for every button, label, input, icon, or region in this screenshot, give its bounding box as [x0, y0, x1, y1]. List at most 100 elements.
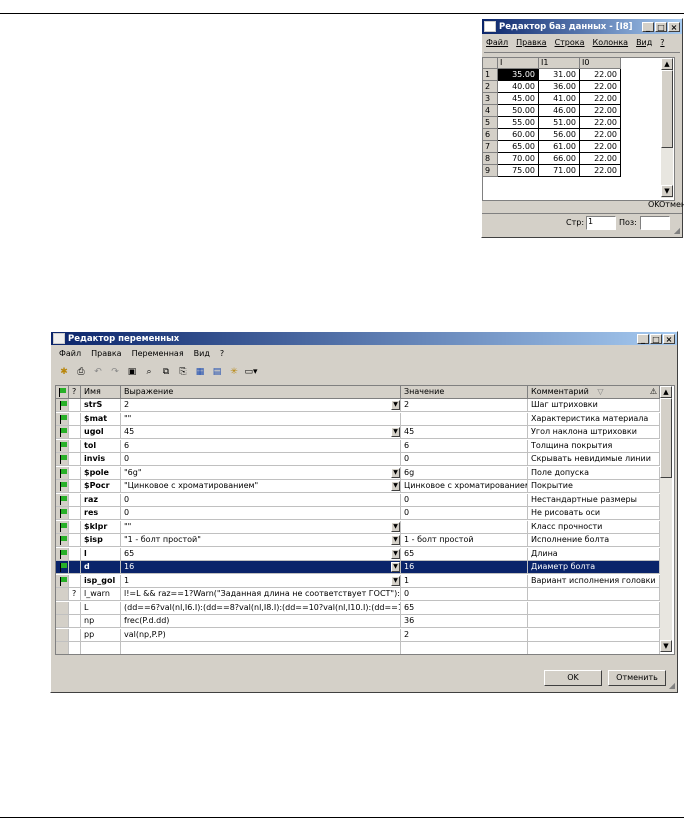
dropdown-arrow-icon[interactable]: ▼ — [391, 467, 400, 478]
row-flag-cell[interactable] — [56, 507, 69, 520]
comment-cell[interactable] — [528, 642, 660, 654]
value-cell[interactable]: 6g — [401, 466, 528, 480]
value-cell[interactable] — [401, 520, 528, 534]
table-row[interactable]: ? l_warn l!=L && raz==1?Warn("Заданная дли… — [56, 588, 660, 601]
row-flag-cell[interactable] — [56, 412, 69, 426]
value-cell[interactable]: 1 - болт простой — [401, 534, 528, 547]
db-column-header[interactable]: I1 — [539, 58, 580, 69]
var-title-bar[interactable]: Редактор переменных _ □ × — [51, 332, 677, 345]
table-row[interactable]: d 16 ▼ 16 Диаметр болта — [56, 561, 660, 574]
expr-cell[interactable]: 1 — [121, 574, 401, 588]
minimize-button[interactable]: _ — [642, 21, 654, 32]
value-cell[interactable] — [401, 412, 528, 426]
expr-cell[interactable]: 0 — [121, 493, 401, 507]
db-row-number[interactable]: 3 — [483, 93, 498, 105]
db-cell[interactable]: 61.00 — [539, 141, 580, 153]
resize-grip-icon[interactable]: ◢ — [669, 681, 675, 690]
value-cell[interactable] — [401, 642, 528, 654]
row-flag-cell[interactable] — [56, 466, 69, 480]
q-column-header[interactable]: ? — [69, 386, 81, 399]
expr-cell[interactable]: "" — [121, 520, 401, 534]
row-flag-cell[interactable] — [56, 439, 69, 453]
row-flag-cell[interactable] — [56, 547, 69, 561]
db-menu-column[interactable]: Колонка — [593, 38, 629, 47]
new-variable-icon[interactable]: ✱ — [57, 365, 71, 379]
name-cell[interactable]: pp — [81, 628, 121, 642]
table-row[interactable]: $klpr "" ▼ Класс прочности — [56, 520, 660, 534]
value-cell[interactable]: 2 — [401, 399, 528, 412]
comment-cell[interactable] — [528, 628, 660, 642]
name-cell[interactable]: ugol — [81, 426, 121, 439]
scroll-thumb[interactable] — [661, 70, 673, 148]
db-cell[interactable]: 41.00 — [539, 93, 580, 105]
name-cell[interactable]: tol — [81, 439, 121, 453]
var-menu-file[interactable]: Файл — [59, 349, 81, 358]
expr-column-header[interactable]: Выражение — [121, 386, 401, 399]
expr-cell[interactable]: 6 — [121, 439, 401, 453]
name-cell[interactable]: raz — [81, 493, 121, 507]
row-flag-cell[interactable] — [56, 601, 69, 615]
comment-cell[interactable]: Шаг штриховки — [528, 399, 660, 412]
comment-cell[interactable]: Длина — [528, 547, 660, 561]
db-cell[interactable]: 35.00 — [498, 69, 539, 81]
db-cell[interactable]: 22.00 — [580, 165, 621, 177]
maximize-button[interactable]: □ — [650, 333, 662, 344]
db-menu-help[interactable]: ? — [660, 38, 664, 47]
db-page-field[interactable]: 1 — [586, 216, 616, 230]
row-flag-cell[interactable] — [56, 615, 69, 628]
value-cell[interactable]: 0 — [401, 507, 528, 520]
var-menu-variable[interactable]: Переменная — [132, 349, 184, 358]
db-cell[interactable]: 70.00 — [498, 153, 539, 165]
value-cell[interactable]: 16 — [401, 561, 528, 574]
table-edit-icon[interactable]: ▤ — [210, 365, 224, 379]
comment-cell[interactable]: Не рисовать оси — [528, 507, 660, 520]
name-cell[interactable]: l_warn — [81, 588, 121, 601]
table-row[interactable]: $mat "" Характеристика материала — [56, 412, 660, 426]
filter-icon[interactable]: ▽ — [597, 387, 603, 396]
value-cell[interactable]: 0 — [401, 453, 528, 466]
db-cell[interactable]: 22.00 — [580, 81, 621, 93]
expr-cell[interactable]: "6g" — [121, 466, 401, 480]
db-row-number[interactable]: 5 — [483, 117, 498, 129]
name-cell[interactable]: $Pocr — [81, 480, 121, 493]
row-flag-cell[interactable] — [56, 534, 69, 547]
row-flag-cell[interactable] — [56, 399, 69, 412]
name-cell[interactable]: np — [81, 615, 121, 628]
db-cell[interactable]: 55.00 — [498, 117, 539, 129]
db-cell[interactable]: 65.00 — [498, 141, 539, 153]
table-row[interactable]: L (dd==6?val(nl,I6.I):(dd==8?val(nl,I8.I)… — [56, 601, 660, 615]
comment-cell[interactable]: Поле допуска — [528, 466, 660, 480]
db-cell[interactable]: 22.00 — [580, 129, 621, 141]
comment-cell[interactable]: Скрывать невидимые линии — [528, 453, 660, 466]
expr-cell[interactable]: "Цинковое с хроматированием" — [121, 480, 401, 493]
expr-cell[interactable]: "1 - болт простой" — [121, 534, 401, 547]
comment-cell[interactable]: Нестандартные размеры — [528, 493, 660, 507]
name-cell[interactable]: L — [81, 601, 121, 615]
scroll-down-arrow-icon[interactable]: ▼ — [660, 640, 672, 652]
name-cell[interactable]: isp_gol — [81, 574, 121, 588]
db-menu-view[interactable]: Вид — [636, 38, 652, 47]
name-column-header[interactable]: Имя — [81, 386, 121, 399]
undo-icon[interactable]: ↶ — [91, 365, 105, 379]
db-title-bar[interactable]: Редактор баз данных - [I8] _ □ × — [482, 19, 682, 34]
dropdown-arrow-icon[interactable]: ▼ — [391, 481, 400, 491]
row-flag-cell[interactable] — [56, 574, 69, 588]
close-button[interactable]: × — [668, 21, 680, 32]
var-cancel-button[interactable]: Отменить — [608, 670, 666, 686]
value-cell[interactable]: 1 — [401, 574, 528, 588]
name-cell[interactable]: d — [81, 561, 121, 574]
expr-cell[interactable]: (dd==6?val(nl,I6.I):(dd==8?val(nl,I8.I):… — [121, 601, 401, 615]
value-column-header[interactable]: Значение — [401, 386, 528, 399]
var-menu-edit[interactable]: Правка — [91, 349, 121, 358]
table-row[interactable]: raz 0 0 Нестандартные размеры — [56, 493, 660, 507]
row-flag-cell[interactable] — [56, 642, 69, 654]
db-cell[interactable]: 75.00 — [498, 165, 539, 177]
comment-cell[interactable]: Диаметр болта — [528, 561, 660, 574]
value-cell[interactable]: 6 — [401, 439, 528, 453]
value-cell[interactable]: 0 — [401, 588, 528, 601]
table-row[interactable]: $pole "6g" ▼ 6g Поле допуска — [56, 466, 660, 480]
maximize-button[interactable]: □ — [655, 21, 667, 32]
variable-icon[interactable]: ✳ — [227, 365, 241, 379]
flag-column-header[interactable] — [56, 386, 69, 399]
comment-cell[interactable] — [528, 588, 660, 601]
